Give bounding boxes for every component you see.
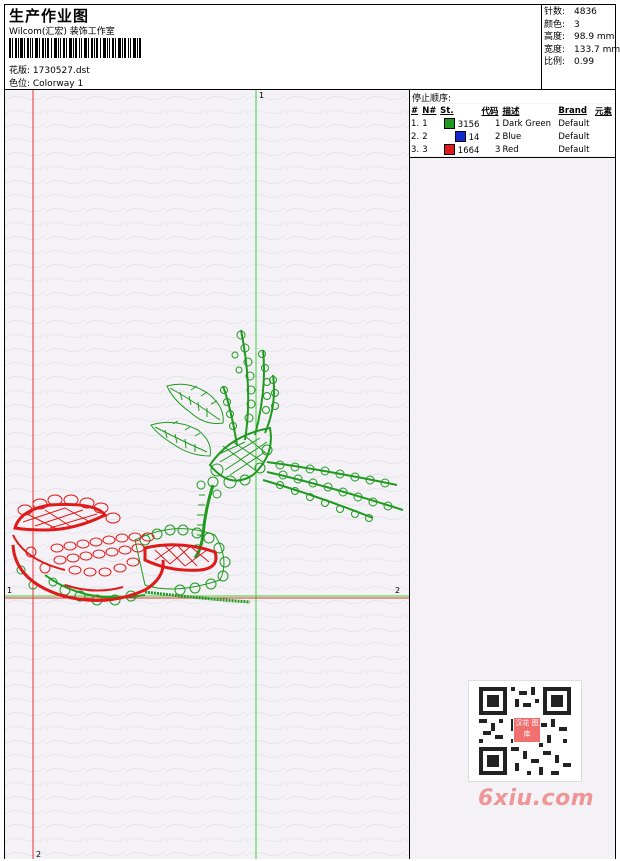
col-element: 元素: [594, 106, 612, 117]
col-index: #: [411, 105, 419, 116]
row-needle: 3: [422, 144, 428, 155]
company-name: Wilcom(汇宏) 装饰工作室: [9, 27, 115, 37]
row-code: 2: [495, 131, 501, 142]
row-index: 1.: [411, 118, 420, 129]
row-index: 3.: [411, 144, 420, 155]
row-element: [594, 117, 615, 130]
row-code: 3: [495, 144, 501, 155]
table-row: 1. 1 3156 1 Dark Green Default: [410, 117, 615, 130]
design-file-label: 花版: 1730527.dst: [9, 66, 90, 76]
stop-sequence-table: # N# St. 代码 描述 Brand 元素 1. 1 3156 1 Dark Gr…: [410, 104, 615, 156]
color-swatch: [444, 117, 456, 129]
row-stitches: 1664: [439, 143, 480, 156]
color-swatch: [454, 130, 466, 142]
stop-sequence-header: 停止顺序:: [410, 90, 615, 104]
col-brand: Brand: [558, 105, 587, 116]
horizontal-axis-left-label: 1: [7, 586, 12, 595]
stat-scale: 比例: 0.99: [544, 57, 595, 67]
row-description: Blue: [502, 131, 522, 142]
red-vertical-axis-label: 2: [36, 850, 41, 859]
row-brand: Default: [558, 118, 590, 129]
colorway-label: 色位: Colorway 1: [9, 79, 84, 89]
stat-stitches: 针数: 4836: [544, 7, 597, 17]
sheet-title: 生产作业图: [9, 7, 90, 25]
row-index: 2.: [411, 131, 420, 142]
table-row: 2. 2 14 2 Blue Default: [410, 130, 615, 143]
row-description: Dark Green: [502, 118, 552, 129]
row-code: 1: [495, 118, 501, 129]
stat-width: 宽度: 133.7 mm: [544, 44, 620, 55]
col-description: 描述: [502, 106, 520, 117]
qr-code-watermark: 汉花 图库: [468, 680, 582, 782]
row-element: [594, 143, 615, 156]
col-code: 代码: [481, 106, 499, 117]
table-bottom-rule: [410, 157, 615, 158]
stop-sequence-title: 停止顺序:: [412, 94, 452, 104]
watermark-site-text: 6xiu.com: [478, 786, 595, 811]
table-header-row: # N# St. 代码 描述 Brand 元素: [410, 104, 615, 117]
stats-panel: 针数: 4836 颜色: 3 高度: 98.9 mm 宽度: 133.7 mm 比例: 0…: [541, 5, 620, 89]
stat-height: 高度: 98.9 mm: [544, 32, 615, 42]
col-needle: N#: [422, 105, 437, 116]
row-needle: 1: [422, 118, 428, 129]
color-swatch: [444, 143, 456, 155]
design-canvas: 1 2 1 2: [5, 90, 410, 859]
embroidery-preview: 1 2 1 2: [5, 90, 409, 859]
row-needle: 2: [422, 131, 428, 142]
row-brand: Default: [558, 131, 590, 142]
table-row: 3. 3 1664 3 Red Default: [410, 143, 615, 156]
green-vertical-axis-label: 1: [259, 91, 264, 100]
header-info: 生产作业图 Wilcom(汇宏) 装饰工作室 花版: 1730527.dst 色…: [5, 5, 540, 89]
stat-colors: 颜色: 3: [544, 19, 580, 30]
row-brand: Default: [558, 144, 590, 155]
row-description: Red: [502, 144, 519, 155]
row-stitches: 14: [439, 130, 480, 143]
row-stitches: 3156: [439, 117, 480, 130]
horizontal-axis-right-label: 2: [395, 586, 400, 595]
qr-center-badge: 汉花 图库: [513, 717, 541, 743]
row-element: [594, 130, 615, 143]
barcode-graphic: [9, 38, 141, 58]
col-stitches: St.: [440, 105, 454, 116]
